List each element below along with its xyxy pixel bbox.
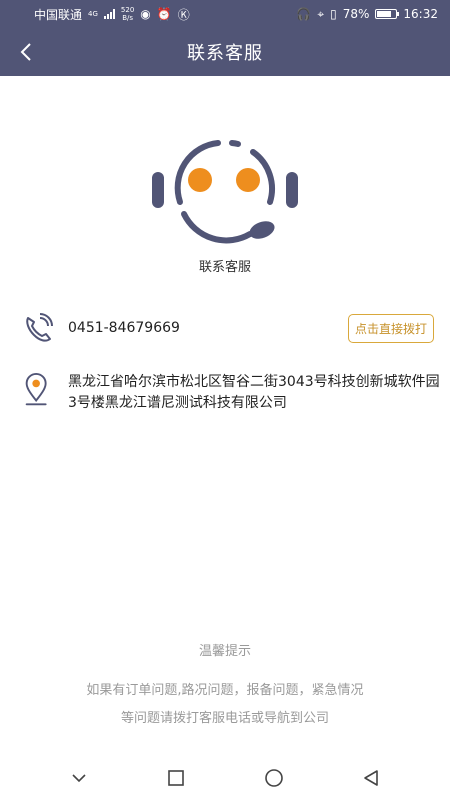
phone-row: 0451-84679669 点击直接拨打 [22, 312, 434, 344]
signal-icon [103, 9, 115, 19]
home-button[interactable] [252, 756, 296, 800]
call-button[interactable]: 点击直接拨打 [347, 313, 434, 343]
phone-icon [26, 313, 53, 342]
battery-percent: 78% [342, 7, 370, 21]
customer-service-headset-icon [150, 132, 300, 250]
vibrate-icon: ▯ [330, 7, 337, 21]
k-app-icon: Ⓚ [177, 7, 190, 22]
eye-icon: ◉ [140, 7, 151, 21]
customer-service-label: 联系客服 [198, 260, 251, 275]
phone-number: 0451-84679669 [68, 320, 180, 336]
tips-line-2: 等问题请拨打客服电话或导航到公司 [120, 711, 329, 726]
headphones-icon: 🎧 [296, 7, 312, 21]
circle-icon [264, 769, 283, 787]
square-icon [168, 770, 185, 786]
address-text: 黑龙江省哈尔滨市松北区智谷二街3043号科技创新城软件园3号楼黑龙江谱尼测试科技… [68, 374, 440, 411]
status-right: 🎧 ⌖ ▯ 78% 16:32 [296, 7, 438, 22]
recents-button[interactable] [154, 756, 198, 800]
nav-bar: 联系客服 [0, 28, 450, 76]
battery-icon [375, 9, 400, 19]
clock-time: 16:32 [403, 7, 438, 21]
chevron-down-icon [72, 774, 86, 783]
network-speed: 520 B/s [120, 6, 135, 22]
triangle-back-icon [364, 770, 379, 786]
carrier-name: 中国联通 [34, 7, 83, 22]
page-title: 联系客服 [187, 43, 263, 64]
hide-nav-button[interactable] [57, 756, 101, 800]
system-nav-bar [0, 756, 450, 800]
tips-title: 温馨提示 [198, 644, 251, 659]
location-pin-icon [25, 372, 47, 406]
status-left: 中国联通 4G 520 B/s ◉ ⏰ Ⓚ [34, 6, 190, 23]
chevron-left-icon [20, 43, 31, 61]
address-row: 黑龙江省哈尔滨市松北区智谷二街3043号科技创新城软件园3号楼黑龙江谱尼测试科技… [22, 372, 442, 414]
status-bar: 中国联通 4G 520 B/s ◉ ⏰ Ⓚ 🎧 ⌖ ▯ 78% 16:32 [0, 0, 450, 28]
system-back-button[interactable] [349, 756, 393, 800]
back-button[interactable] [14, 40, 38, 64]
alarm-icon: ⏰ [156, 7, 172, 21]
network-type: 4G [88, 10, 98, 18]
location-icon: ⌖ [317, 6, 325, 21]
tips-line-1: 如果有订单问题,路况问题，报备问题，紧急情况 [86, 683, 364, 698]
